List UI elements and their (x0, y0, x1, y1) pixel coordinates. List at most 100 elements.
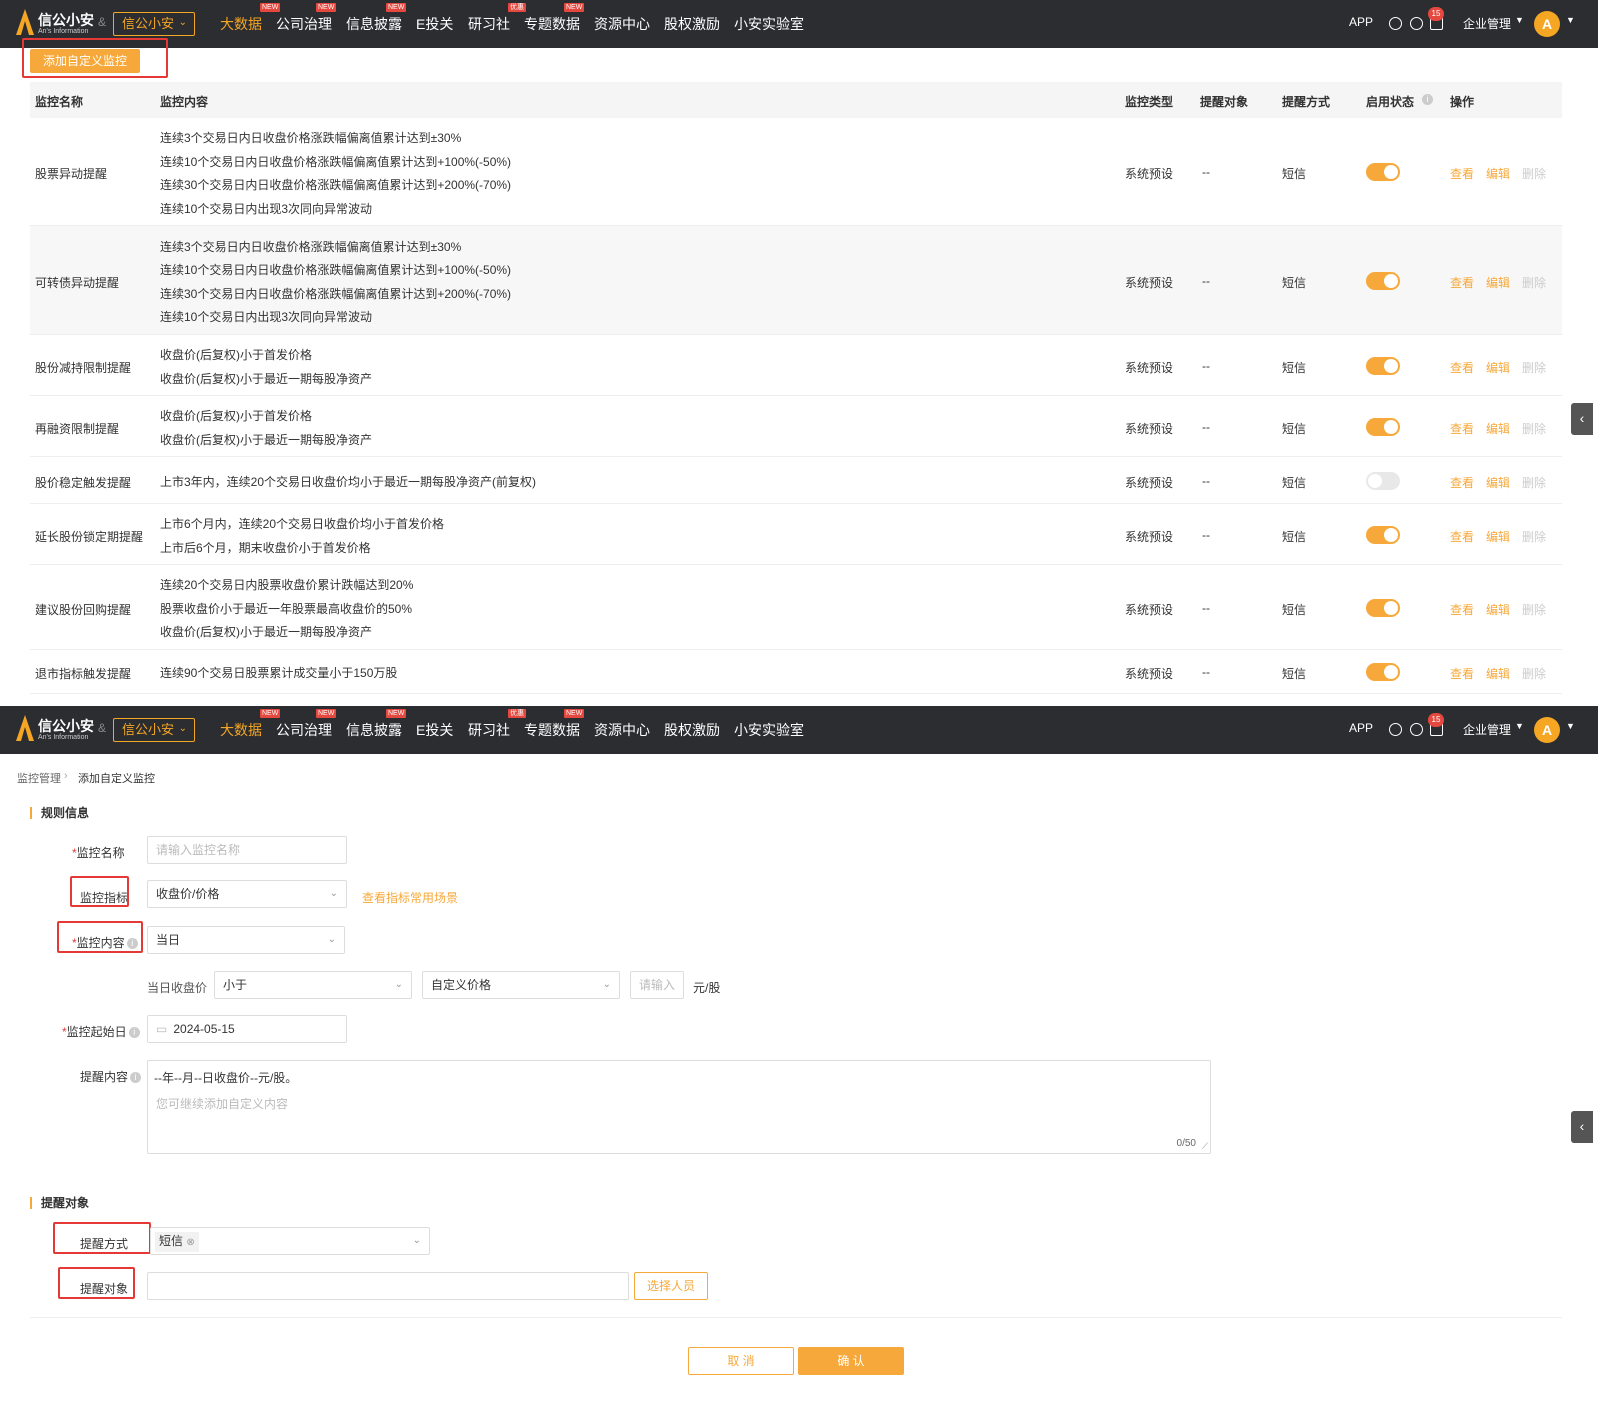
nav-bigdata[interactable]: 大数据 NEW (220, 709, 281, 740)
headset-icon[interactable] (1389, 723, 1402, 736)
nav-equity-incentive[interactable]: 股权激励 (664, 14, 720, 34)
chevron-down-icon: ⌄ (329, 888, 338, 899)
avatar[interactable]: A (1534, 11, 1560, 37)
breadcrumb-item[interactable]: 监控管理 (17, 770, 61, 786)
view-link[interactable]: 查看 (1450, 528, 1474, 545)
resize-handle-icon[interactable]: ⟋ (1202, 1141, 1208, 1152)
nav-governance[interactable]: 公司治理 NEW (276, 709, 337, 740)
remind-target-input[interactable] (147, 1272, 629, 1300)
nav-resources[interactable]: 资源中心 (594, 14, 650, 34)
nav-lab[interactable]: 小安实验室 (734, 14, 804, 34)
chevron-right-icon: › (64, 770, 68, 782)
nav-topic-data[interactable]: 专题数据 NEW (524, 709, 585, 740)
select-value: 自定义价格 (431, 978, 492, 992)
view-link[interactable]: 查看 (1450, 274, 1474, 291)
indicator-scenarios-link[interactable]: 查看指标常用场景 (362, 889, 458, 906)
confirm-button[interactable]: 确 认 (798, 1347, 904, 1375)
help-icon[interactable] (1410, 17, 1423, 30)
monitor-content-line: 股票收盘价小于最近一年股票最高收盘价的50% (160, 601, 413, 616)
remind-method-cell: 短信 (1282, 529, 1307, 544)
nav-bigdata[interactable]: 大数据 NEW (220, 3, 281, 34)
view-link[interactable]: 查看 (1450, 474, 1474, 491)
enterprise-menu[interactable]: 企业管理 (1463, 15, 1511, 32)
remind-target-cell: -- (1202, 665, 1210, 679)
view-link[interactable]: 查看 (1450, 165, 1474, 182)
monitor-name-cell: 股份减持限制提醒 (35, 360, 132, 375)
edit-link[interactable]: 编辑 (1486, 528, 1510, 545)
table-row: 股份减持限制提醒 收盘价(后复权)小于首发价格 收盘价(后复权)小于最近一期每股净资… (30, 335, 1562, 396)
nav-disclosure[interactable]: 信息披露 NEW (346, 3, 407, 34)
headset-icon[interactable] (1389, 17, 1402, 30)
status-toggle[interactable] (1366, 471, 1400, 490)
chevron-down-icon: ⌄ (412, 1235, 421, 1246)
monitor-type-cell: 系统预设 (1125, 167, 1174, 181)
edit-link[interactable]: 编辑 (1486, 165, 1510, 182)
monitor-name-cell: 再融资限制提醒 (35, 421, 120, 436)
remind-target-cell: -- (1202, 273, 1210, 288)
edit-link[interactable]: 编辑 (1486, 359, 1510, 376)
view-link[interactable]: 查看 (1450, 665, 1474, 682)
status-toggle[interactable] (1366, 271, 1400, 290)
condition-value-input[interactable]: 请输入 (630, 971, 684, 999)
edit-link[interactable]: 编辑 (1486, 474, 1510, 491)
edit-link[interactable]: 编辑 (1486, 665, 1510, 682)
nav-topic-data[interactable]: 专题数据 NEW (524, 3, 585, 34)
status-toggle[interactable] (1366, 598, 1400, 617)
chevron-down-icon: ⌄ (327, 934, 336, 945)
table-row: 可转债异动提醒 连续3个交易日内日收盘价格涨跌幅偏离值累计达到±30% 连续10个交… (30, 226, 1562, 335)
condition-operator-select[interactable]: 小于 ⌄ (214, 971, 412, 999)
view-link[interactable]: 查看 (1450, 601, 1474, 618)
app-link[interactable]: APP (1349, 15, 1373, 29)
monitor-indicator-select[interactable]: 收盘价/价格 ⌄ (147, 880, 347, 908)
remind-method-select[interactable]: 短信 ⊗ ⌄ (150, 1227, 430, 1255)
cancel-button[interactable]: 取 消 (688, 1347, 794, 1375)
start-date-picker[interactable]: ▭ 2024-05-15 (147, 1015, 347, 1043)
brand-select[interactable]: 信公小安 ⌄ (113, 12, 195, 36)
enterprise-menu[interactable]: 企业管理 (1463, 721, 1511, 738)
nav-academy[interactable]: 研习社 优惠 (468, 709, 526, 740)
app-link[interactable]: APP (1349, 721, 1373, 735)
brand-select[interactable]: 信公小安 ⌄ (113, 718, 195, 742)
remind-method-cell: 短信 (1282, 602, 1307, 617)
highlight-box (57, 921, 143, 953)
nav-disclosure[interactable]: 信息披露 NEW (346, 709, 407, 740)
nav-ir[interactable]: E投关 (416, 720, 453, 740)
monitor-content-line: 连续3个交易日内日收盘价格涨跌幅偏离值累计达到±30% (160, 239, 462, 254)
view-link[interactable]: 查看 (1450, 359, 1474, 376)
nav-academy[interactable]: 研习社 优惠 (468, 3, 526, 34)
status-toggle[interactable] (1366, 163, 1400, 181)
condition-type-select[interactable]: 自定义价格 ⌄ (422, 971, 620, 999)
avatar[interactable]: A (1534, 717, 1560, 743)
collapse-panel-tab[interactable]: ‹ (1571, 1111, 1593, 1143)
nav-resources[interactable]: 资源中心 (594, 720, 650, 740)
condition-unit: 元/股 (693, 981, 721, 995)
nav-equity-incentive[interactable]: 股权激励 (664, 720, 720, 740)
status-toggle[interactable] (1366, 417, 1400, 436)
remind-method-cell: 短信 (1282, 275, 1307, 290)
highlight-box (22, 38, 168, 78)
date-value: 2024-05-15 (173, 1022, 235, 1036)
view-link[interactable]: 查看 (1450, 420, 1474, 437)
edit-link[interactable]: 编辑 (1486, 274, 1510, 291)
monitor-name-label: *监控名称 (72, 846, 125, 860)
status-toggle[interactable] (1366, 356, 1400, 375)
monitor-content-select[interactable]: 当日 ⌄ (147, 926, 345, 954)
status-toggle[interactable] (1366, 525, 1400, 544)
monitor-type-cell: 系统预设 (1125, 475, 1174, 490)
collapse-panel-tab[interactable]: ‹ (1571, 403, 1593, 435)
new-badge: NEW (386, 709, 407, 718)
status-toggle[interactable] (1366, 663, 1400, 681)
edit-link[interactable]: 编辑 (1486, 601, 1510, 618)
nav-lab[interactable]: 小安实验室 (734, 720, 804, 740)
remind-content-textarea[interactable]: --年--月--日收盘价--元/股。 您可继续添加自定义内容 0/50 ⟋ (147, 1060, 1211, 1154)
help-icon[interactable] (1410, 723, 1423, 736)
monitor-name-input[interactable]: 请输入监控名称 (147, 836, 347, 864)
nav-ir[interactable]: E投关 (416, 14, 453, 34)
nav-governance[interactable]: 公司治理 NEW (276, 3, 337, 34)
new-badge: NEW (564, 3, 585, 12)
edit-link[interactable]: 编辑 (1486, 420, 1510, 437)
close-icon[interactable]: ⊗ (186, 1237, 194, 1248)
monitor-type-cell: 系统预设 (1125, 602, 1174, 617)
select-people-button[interactable]: 选择人员 (634, 1272, 708, 1300)
remind-method-cell: 短信 (1282, 475, 1307, 490)
